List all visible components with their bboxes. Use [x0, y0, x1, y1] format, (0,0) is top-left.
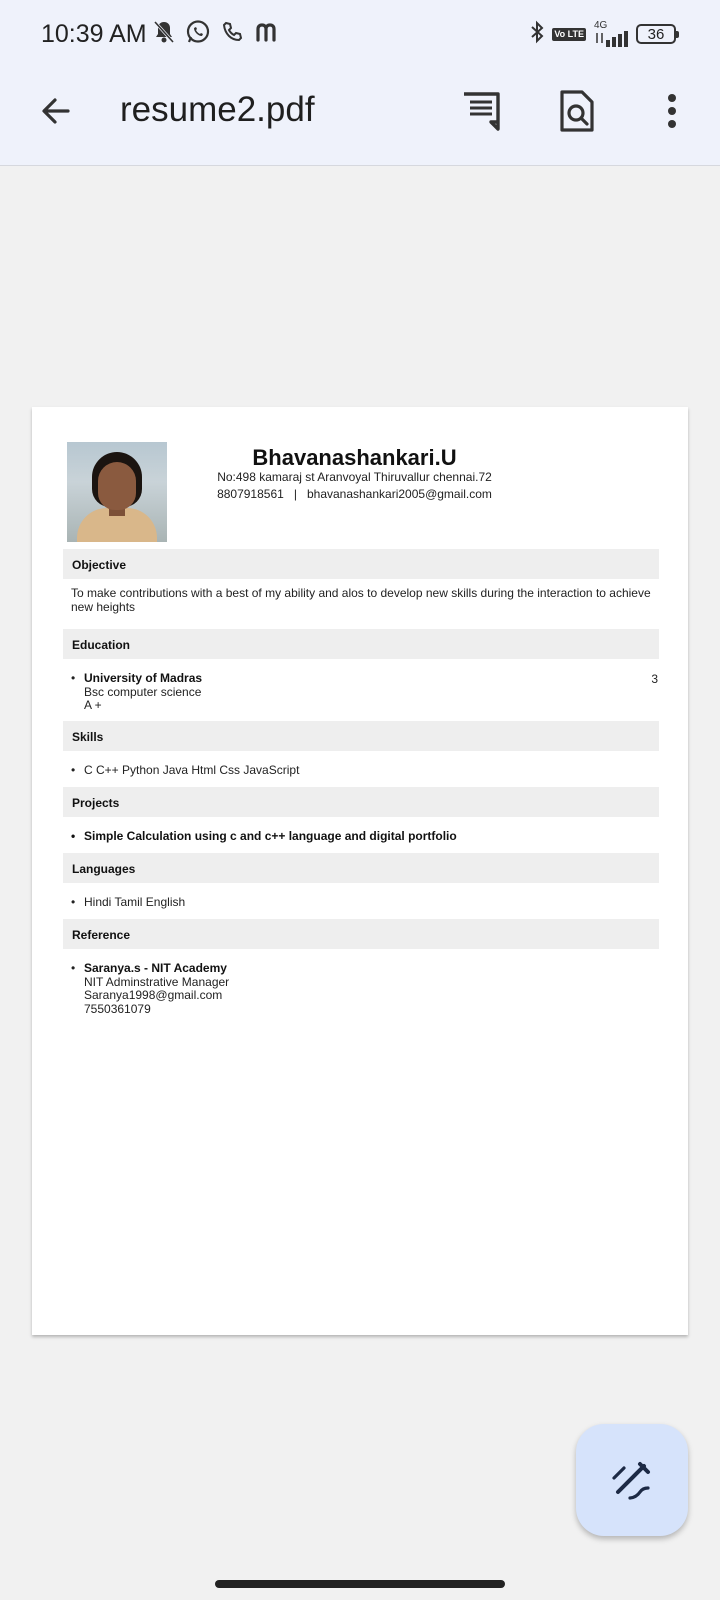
- section-heading-projects: Projects: [63, 787, 659, 817]
- languages-text: Hindi Tamil English: [71, 895, 654, 910]
- phone-call-icon: [221, 20, 245, 49]
- bell-muted-icon: [153, 20, 175, 49]
- reference-email: Saranya1998@gmail.com: [84, 988, 223, 1002]
- education-degree: Bsc computer science: [84, 684, 202, 699]
- find-in-document-button[interactable]: [552, 86, 602, 136]
- more-vert-icon: [668, 94, 676, 128]
- section-heading-objective: Objective: [63, 549, 659, 579]
- back-button[interactable]: [32, 87, 80, 135]
- signal-bars-icon: [596, 31, 628, 47]
- resume-address: No:498 kamaraj st Aranvoyal Thiruvallur …: [217, 470, 492, 484]
- volte-badge: Vo LTE: [552, 27, 586, 41]
- top-bar: 10:39 AM Vo LTE 4G 36 resume2.pdf: [0, 0, 720, 166]
- battery-level: 36: [647, 25, 665, 43]
- reference-item: Saranya.s - NIT Academy NIT Adminstrativ…: [71, 961, 654, 1016]
- system-icons: Vo LTE 4G 36: [530, 20, 679, 49]
- find-in-page-icon: [560, 90, 594, 132]
- education-item: University of Madras Bsc computer scienc…: [71, 671, 654, 713]
- more-options-button[interactable]: [650, 86, 694, 136]
- skills-text: C C++ Python Java Html Css JavaScript: [71, 763, 654, 778]
- pdf-page[interactable]: Bhavanashankari.U No:498 kamaraj st Aran…: [32, 407, 688, 1335]
- education-grade: A +: [84, 698, 102, 712]
- profile-photo: [67, 442, 167, 542]
- arrow-back-icon: [42, 98, 70, 124]
- reference-role: NIT Adminstrative Manager: [84, 974, 230, 989]
- status-bar: 10:39 AM Vo LTE 4G 36: [0, 0, 720, 70]
- document-title: resume2.pdf: [120, 90, 315, 129]
- resume-email: bhavanashankari2005@gmail.com: [306, 487, 492, 501]
- network-indicator: 4G: [594, 21, 628, 47]
- bluetooth-icon: [530, 20, 544, 49]
- edit-annotate-button[interactable]: [576, 1424, 688, 1536]
- comments-button[interactable]: [456, 86, 506, 136]
- battery-indicator: 36: [636, 24, 679, 44]
- contact-separator: |: [293, 487, 297, 501]
- projects-text: Simple Calculation using c and c++ langu…: [71, 829, 654, 844]
- education-right-value: 3: [651, 672, 658, 686]
- resume-name: Bhavanashankari.U: [252, 445, 457, 470]
- m-app-icon: [255, 20, 281, 49]
- reference-phone: 7550361079: [84, 1001, 151, 1016]
- notification-icons: [153, 19, 281, 50]
- resume-phone: 8807918561: [217, 487, 284, 501]
- whatsapp-icon: [185, 19, 211, 50]
- objective-text: To make contributions with a best of my …: [71, 586, 651, 614]
- resume-contact: 8807918561 | bhavanashankari2005@gmail.c…: [177, 487, 532, 501]
- comment-icon: [464, 92, 500, 131]
- home-indicator[interactable]: [215, 1580, 505, 1588]
- education-institution: University of Madras: [84, 671, 203, 685]
- section-heading-education: Education: [63, 629, 659, 659]
- section-heading-languages: Languages: [63, 853, 659, 883]
- status-time: 10:39 AM: [41, 20, 147, 48]
- network-type: 4G: [594, 20, 608, 31]
- section-heading-reference: Reference: [63, 919, 659, 949]
- section-heading-skills: Skills: [63, 721, 659, 751]
- app-bar: resume2.pdf: [0, 72, 720, 150]
- pen-icon: [612, 1462, 650, 1500]
- reference-name: Saranya.s - NIT Academy: [84, 961, 227, 975]
